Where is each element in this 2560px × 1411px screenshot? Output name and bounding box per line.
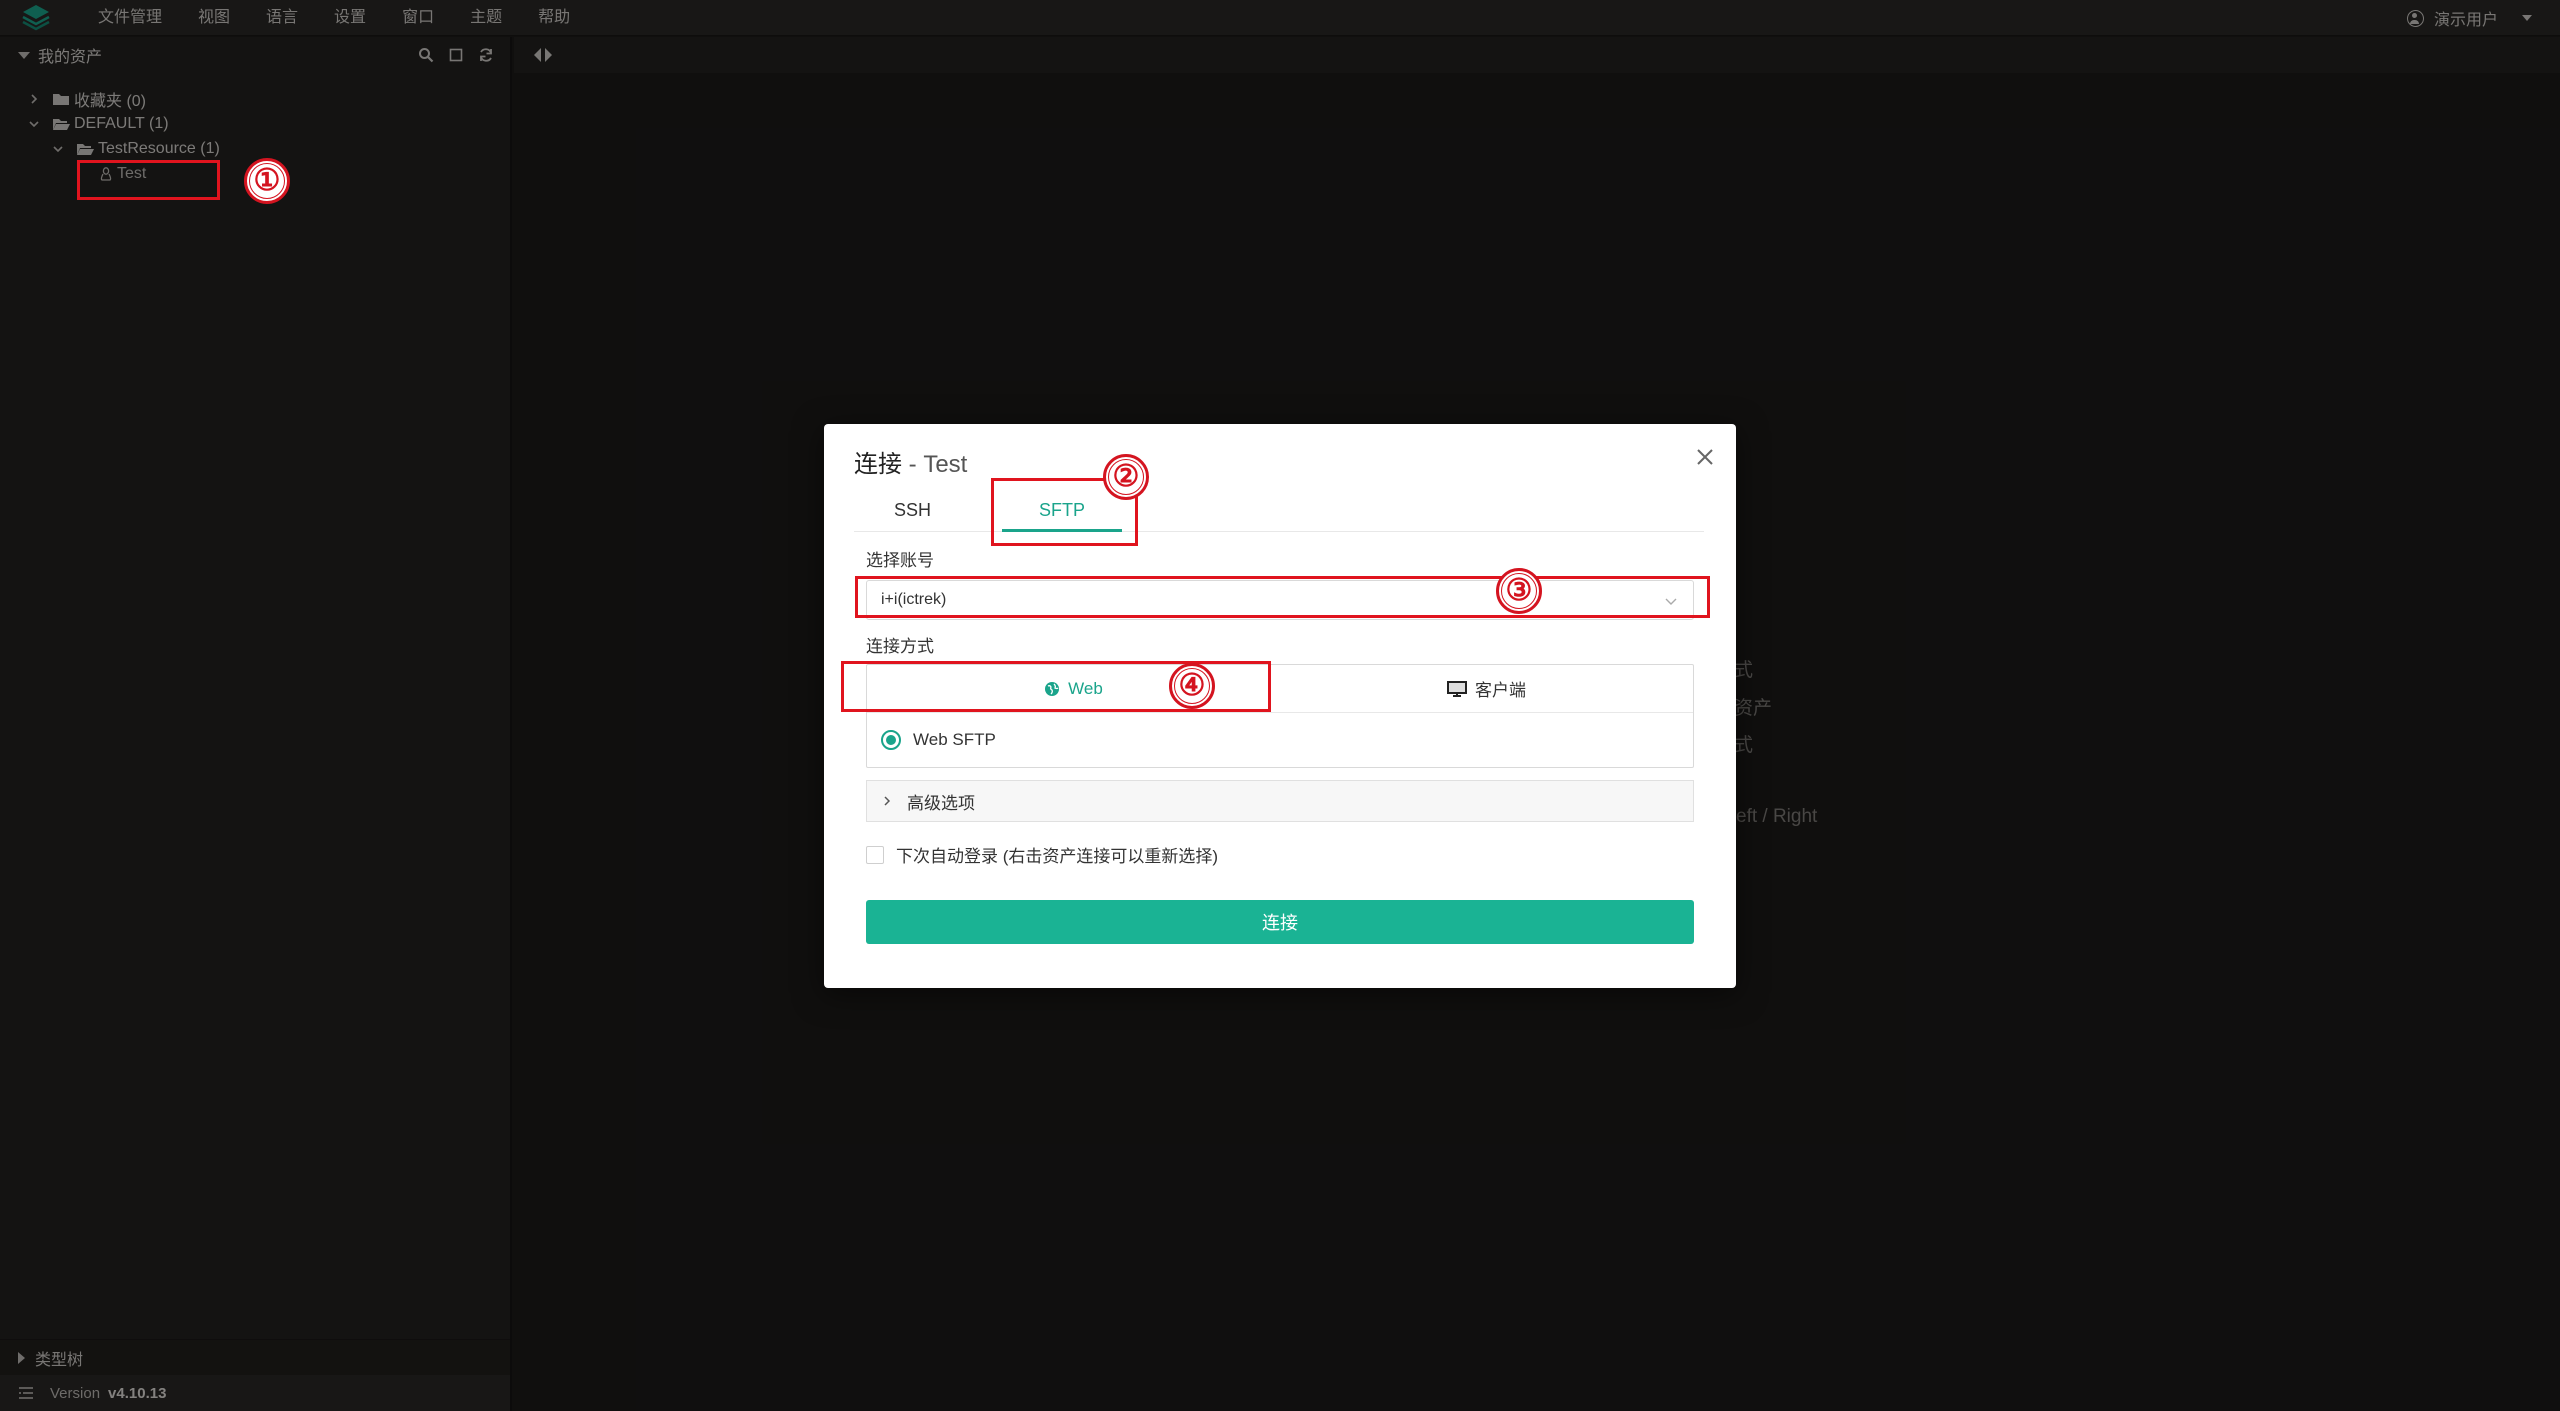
desktop-icon bbox=[1447, 680, 1467, 697]
autologin-label: 下次自动登录 (右击资产连接可以重新选择) bbox=[896, 847, 1219, 866]
connect-method-label: 连接方式 bbox=[866, 637, 934, 656]
radio-label: Web SFTP bbox=[913, 730, 996, 749]
annotation-box-3 bbox=[855, 576, 1710, 618]
dialog-title-asset: - Test bbox=[902, 451, 968, 478]
autologin-option[interactable]: 下次自动登录 (右击资产连接可以重新选择) bbox=[866, 842, 1218, 867]
protocol-tabs: SSH SFTP bbox=[854, 488, 1704, 532]
advanced-label: 高级选项 bbox=[907, 793, 975, 813]
annotation-number-3: ③ bbox=[1496, 568, 1542, 614]
autologin-checkbox[interactable] bbox=[866, 845, 884, 864]
radio-selected[interactable] bbox=[881, 730, 901, 750]
annotation-number-2: ② bbox=[1103, 454, 1149, 500]
tab-ssh[interactable]: SSH bbox=[894, 488, 931, 532]
chevron-right-icon bbox=[881, 795, 893, 807]
close-icon[interactable] bbox=[1694, 446, 1716, 468]
annotation-number-4: ④ bbox=[1169, 663, 1215, 709]
dialog-title: 连接 - Test bbox=[854, 444, 967, 479]
advanced-options[interactable]: 高级选项 bbox=[866, 780, 1694, 822]
connect-button[interactable]: 连接 bbox=[866, 900, 1694, 944]
dialog-title-main: 连接 bbox=[854, 451, 902, 478]
annotation-number-1: ① bbox=[244, 158, 290, 204]
account-label: 选择账号 bbox=[866, 551, 934, 570]
method-tab-client[interactable]: 客户端 bbox=[1280, 665, 1693, 712]
annotation-box-1 bbox=[77, 160, 220, 200]
method-client-label: 客户端 bbox=[1475, 681, 1526, 700]
web-sftp-option[interactable]: Web SFTP bbox=[867, 713, 1693, 767]
